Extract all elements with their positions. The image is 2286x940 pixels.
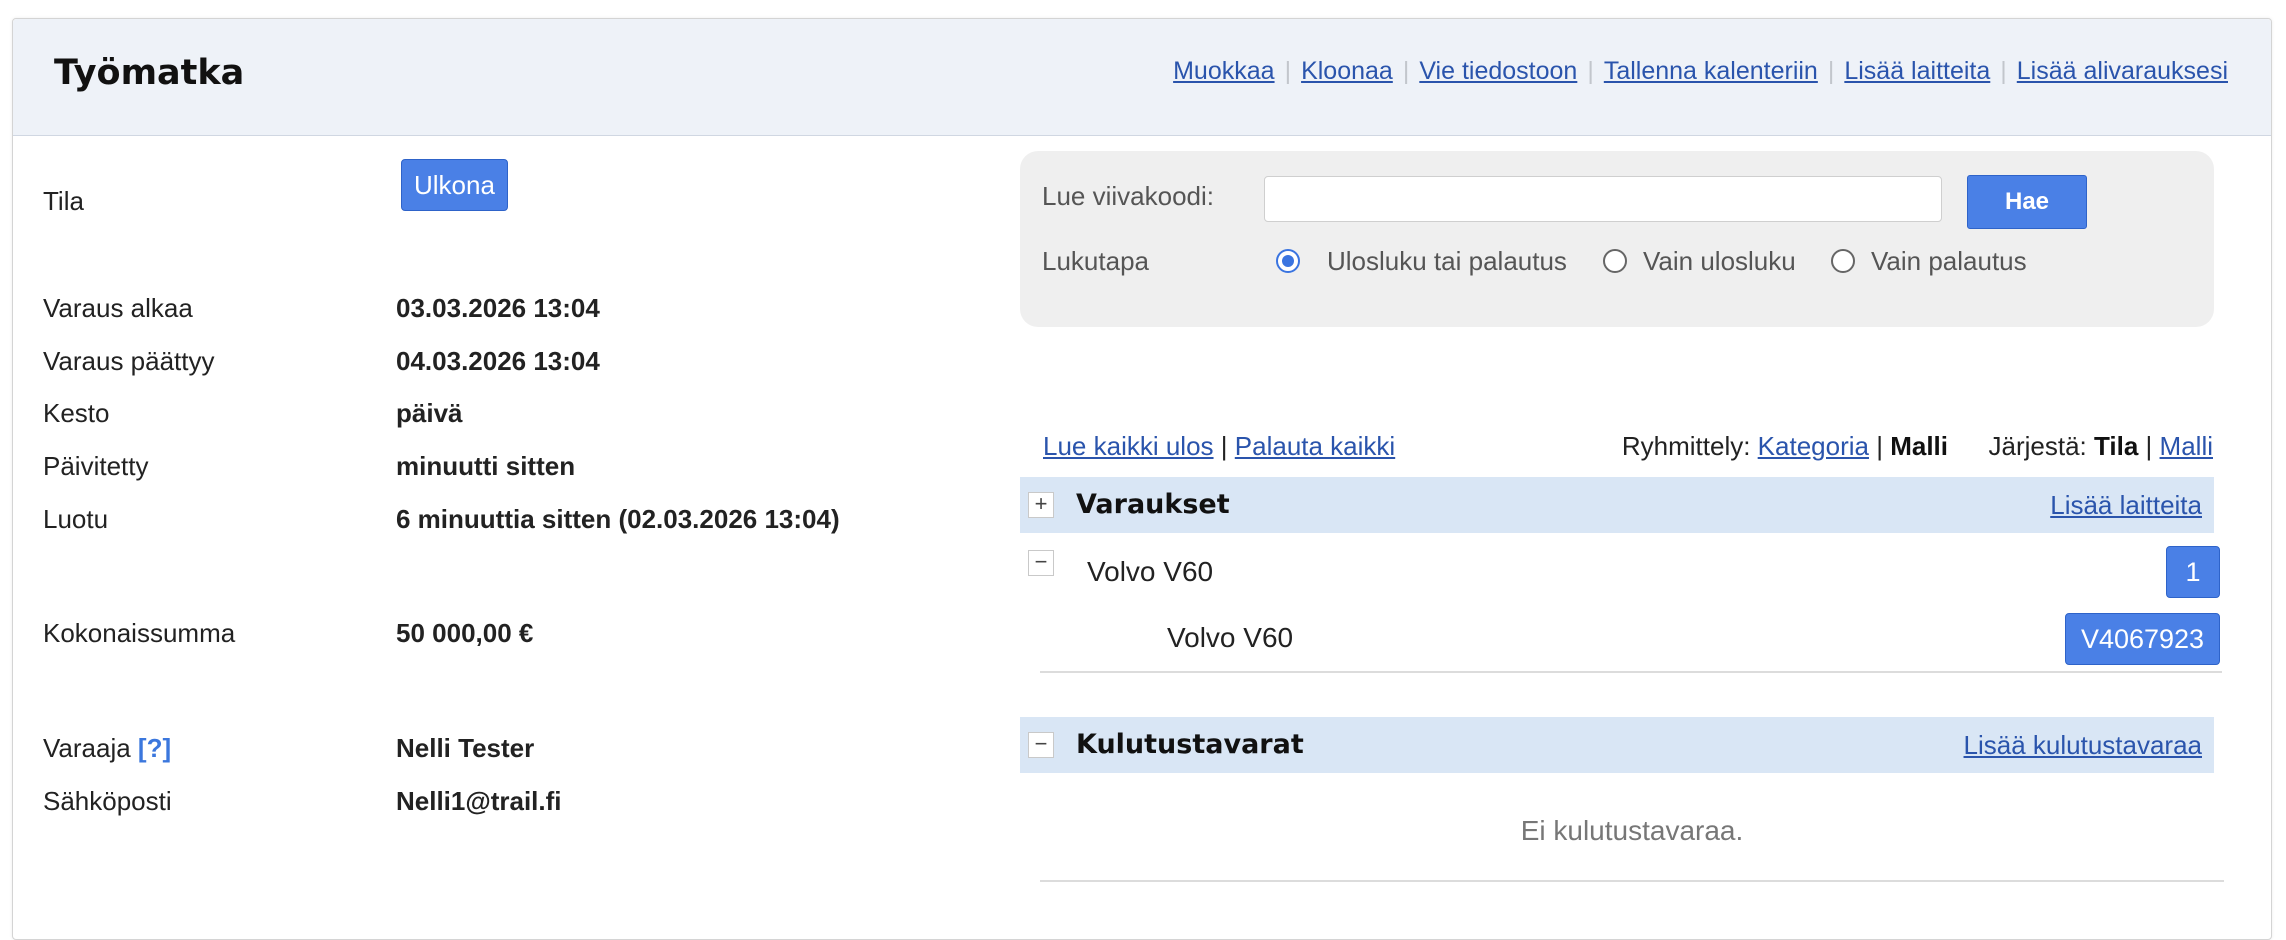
total-label: Kokonaissumma xyxy=(43,618,236,648)
barcode-scanner-box: Lue viivakoodi: Hae Lukutapa Ulosluku ta… xyxy=(1020,151,2214,327)
email-value: Nelli1@trail.fi xyxy=(396,786,562,816)
booker-label-text: Varaaja xyxy=(43,733,131,763)
grouping-label: Ryhmittely: xyxy=(1621,431,1751,461)
divider xyxy=(1040,880,2224,882)
reservation-header: Työmatka Muokkaa | Kloonaa | Vie tiedostoon |… xyxy=(13,19,2271,136)
created-label: Luotu xyxy=(43,504,109,534)
divider xyxy=(1040,671,2222,673)
item-code-badge[interactable]: V4067923 xyxy=(2065,613,2220,665)
clone-link[interactable]: Kloonaa xyxy=(1301,57,1393,85)
separator: | xyxy=(1827,57,1835,85)
separator: | xyxy=(1876,431,1883,461)
expand-reservations-toggle[interactable]: + xyxy=(1028,492,1054,518)
end-value: 04.03.2026 13:04 xyxy=(396,346,600,376)
grouping-sorting: Ryhmittely: Kategoria | Malli Järjestä: … xyxy=(1622,431,2213,462)
bulk-actions: Lue kaikki ulos | Palauta kaikki xyxy=(1043,431,1395,462)
separator: | xyxy=(1284,57,1292,85)
end-label: Varaus päättyy xyxy=(43,346,215,376)
duration-label: Kesto xyxy=(43,398,110,428)
checkout-all-link[interactable]: Lue kaikki ulos xyxy=(1043,431,1214,461)
empty-consumables-text: Ei kulutustavaraa. xyxy=(1520,815,1744,846)
edit-link[interactable]: Muokkaa xyxy=(1173,57,1274,85)
return-all-link[interactable]: Palauta kaikki xyxy=(1235,431,1395,461)
sort-by-model-link[interactable]: Malli xyxy=(2160,431,2213,461)
radio-label-checkout-only: Vain ulosluku xyxy=(1643,246,1796,276)
header-actions: Muokkaa | Kloonaa | Vie tiedostoon | Tallenna … xyxy=(1173,57,2228,86)
consumables-section-header: − Kulutustavarat Lisää kulutustavaraa xyxy=(1020,717,2214,773)
reservations-title: Varaukset xyxy=(1076,489,1230,520)
sort-by-status-active: Tila xyxy=(2093,431,2139,461)
start-label: Varaus alkaa xyxy=(43,293,193,323)
group-name: Volvo V60 xyxy=(1087,556,1214,587)
collapse-group-toggle[interactable]: − xyxy=(1028,550,1054,576)
radio-checkout-only[interactable] xyxy=(1603,249,1627,273)
add-subreservation-link[interactable]: Lisää alivarauksesi xyxy=(2017,57,2228,85)
sort-label: Järjestä: xyxy=(1988,431,2087,461)
page-title: Työmatka xyxy=(54,53,245,93)
add-devices-link[interactable]: Lisää laitteita xyxy=(1844,57,1990,85)
booker-label: Varaaja [?] xyxy=(43,733,171,764)
group-by-category-link[interactable]: Kategoria xyxy=(1758,431,1869,461)
separator: | xyxy=(1587,57,1594,85)
radio-label-return-only: Vain palautus xyxy=(1871,246,2027,276)
consumables-title: Kulutustavarat xyxy=(1076,729,1304,760)
export-link[interactable]: Vie tiedostoon xyxy=(1419,57,1577,85)
radio-label-checkout-or-return: Ulosluku tai palautus xyxy=(1327,246,1567,276)
duration-value: päivä xyxy=(396,398,463,428)
read-mode-label: Lukutapa xyxy=(1042,246,1149,276)
created-value: 6 minuuttia sitten (02.03.2026 13:04) xyxy=(396,504,840,534)
save-to-calendar-link[interactable]: Tallenna kalenteriin xyxy=(1604,57,1818,85)
separator: | xyxy=(1220,431,1228,461)
separator: | xyxy=(2000,57,2007,85)
group-by-model-active: Malli xyxy=(1890,431,1949,461)
item-name: Volvo V60 xyxy=(1167,622,1294,653)
start-value: 03.03.2026 13:04 xyxy=(396,293,600,323)
updated-value: minuutti sitten xyxy=(396,451,576,481)
total-value: 50 000,00 € xyxy=(396,618,534,648)
add-consumable-link[interactable]: Lisää kulutustavaraa xyxy=(1964,730,2202,761)
status-label: Tila xyxy=(43,186,84,216)
separator: | xyxy=(1402,57,1410,85)
booker-value: Nelli Tester xyxy=(396,733,535,763)
search-button[interactable]: Hae xyxy=(1967,175,2087,229)
updated-label: Päivitetty xyxy=(43,451,149,481)
add-devices-link[interactable]: Lisää laitteita xyxy=(2050,490,2202,521)
separator: | xyxy=(2145,431,2153,461)
barcode-label: Lue viivakoodi: xyxy=(1042,181,1214,211)
status-badge: Ulkona xyxy=(401,159,508,211)
radio-checkout-or-return[interactable] xyxy=(1276,249,1300,273)
group-count-badge: 1 xyxy=(2166,546,2220,598)
barcode-input[interactable] xyxy=(1264,176,1942,222)
email-label: Sähköposti xyxy=(43,786,172,816)
reservations-section-header: + Varaukset Lisää laitteita xyxy=(1020,477,2214,533)
radio-return-only[interactable] xyxy=(1831,249,1855,273)
help-link[interactable]: [?] xyxy=(138,733,171,763)
collapse-consumables-toggle[interactable]: − xyxy=(1028,732,1054,758)
